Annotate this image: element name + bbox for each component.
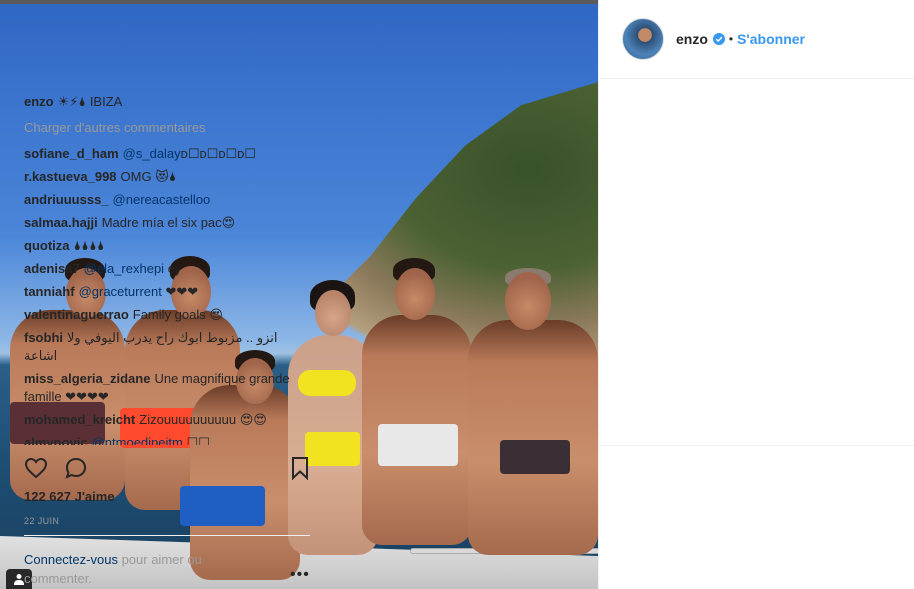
comment-item: sofiane_d_ham @s_dalayᴅ☐ᴅ☐ᴅ☐ᴅ☐ (24, 145, 309, 163)
login-link[interactable]: Connectez-vous (24, 552, 118, 567)
caption-text: ☀⚡🌢 IBIZA (57, 94, 123, 109)
comment-mention[interactable]: @nereacastelloo (113, 192, 211, 207)
comment-mention[interactable]: @ntmoedipejtm (92, 435, 183, 445)
bookmark-icon[interactable] (288, 456, 312, 480)
comment-item: andriuuusss_ @nereacastelloo (24, 191, 309, 209)
heart-icon[interactable] (24, 456, 48, 480)
comment-text: Madre mía el six pac😍 (101, 215, 236, 230)
comment-item: fsobhi انزو .. مزبوط ابوك راح يدرب اليوفي… (24, 329, 309, 365)
comment-mention[interactable]: @s_dalay (123, 146, 181, 161)
divider (24, 535, 310, 536)
comment-mention[interactable]: @graceturrent (79, 284, 162, 299)
photo-shorts (180, 486, 265, 526)
comment-text: Zizouuuuuuuuuu 😍😍 (139, 412, 267, 427)
comment-username[interactable]: r.kastueva_998 (24, 169, 117, 184)
post-header: enzo • S'abonner (599, 0, 914, 79)
comment-username[interactable]: fsobhi (24, 330, 63, 345)
comment-username[interactable]: adenisa7 (24, 261, 80, 276)
comment-text: ❤❤❤ (165, 284, 199, 299)
comment-item: valentinaguerrao Family goals 😍 (24, 306, 309, 324)
post-caption: enzo ☀⚡🌢 IBIZA (24, 93, 309, 111)
comment-item: quotiza 🌢🌢🌢🌢 (24, 237, 309, 255)
comment-text: ☐☐ (186, 435, 210, 445)
comment-username[interactable]: sofiane_d_ham (24, 146, 119, 161)
follow-button[interactable]: S'abonner (737, 31, 805, 47)
header-separator-dot: • (728, 32, 734, 46)
divider (598, 445, 914, 446)
comment-text: OMG 😻🌢 (120, 169, 177, 184)
comment-item: adenisa7 @ela_rexhepi ey (24, 260, 309, 278)
photo-head (395, 268, 435, 320)
post-side-panel: enzo • S'abonner (598, 0, 914, 589)
caption-username[interactable]: enzo (24, 94, 54, 109)
comment-username[interactable]: tanniahf (24, 284, 75, 299)
comment-item: salmaa.hajji Madre mía el six pac😍 (24, 214, 309, 232)
comment-text: Family goals 😍 (132, 307, 223, 322)
more-options-button[interactable]: ••• (290, 566, 310, 584)
photo-head (505, 272, 551, 330)
comment-item: tanniahf @graceturrent ❤❤❤ (24, 283, 309, 301)
comment-username[interactable]: andriuuusss_ (24, 192, 109, 207)
avatar[interactable] (622, 18, 664, 60)
comment-text: ᴅ☐ᴅ☐ᴅ☐ᴅ☐ (180, 146, 256, 161)
comment-text: 🌢🌢🌢🌢 (73, 238, 105, 253)
post-actions (24, 456, 314, 482)
comment-mention[interactable]: @ela_rexhepi (84, 261, 164, 276)
comment-username[interactable]: salmaa.hajji (24, 215, 98, 230)
comment-username[interactable]: mohamed_kreicht (24, 412, 135, 427)
photo-person (468, 320, 598, 555)
verified-badge-icon (712, 33, 725, 45)
header-username[interactable]: enzo (676, 31, 708, 47)
photo-shorts (378, 424, 458, 466)
comment-username[interactable]: valentinaguerrao (24, 307, 129, 322)
photo-head (315, 290, 351, 336)
post-date[interactable]: 22 JUIN (24, 516, 59, 526)
comment-item: mohamed_kreicht Zizouuuuuuuuuu 😍😍 (24, 411, 309, 429)
photo-top-bar (0, 0, 598, 4)
comment-username[interactable]: almynovic (24, 435, 88, 445)
photo-shorts (500, 440, 570, 474)
comment-item: r.kastueva_998 OMG 😻🌢 (24, 168, 309, 186)
login-prompt: Connectez-vous pour aimer ou commenter. (24, 550, 264, 588)
comment-username[interactable]: miss_algeria_zidane (24, 371, 150, 386)
comment-username[interactable]: quotiza (24, 238, 70, 253)
load-more-comments-button[interactable]: Charger d'autres commentaires (24, 119, 309, 137)
comment-item: miss_algeria_zidane Une magnifique grande… (24, 370, 309, 406)
comments-list[interactable]: enzo ☀⚡🌢 IBIZA Charger d'autres commentai… (24, 93, 309, 445)
comment-text: ey (167, 261, 182, 276)
likes-count[interactable]: 122 627 J'aime (24, 489, 115, 504)
comment-item: almynovic @ntmoedipejtm ☐☐ (24, 434, 309, 445)
comment-bubble-icon[interactable] (64, 456, 88, 480)
